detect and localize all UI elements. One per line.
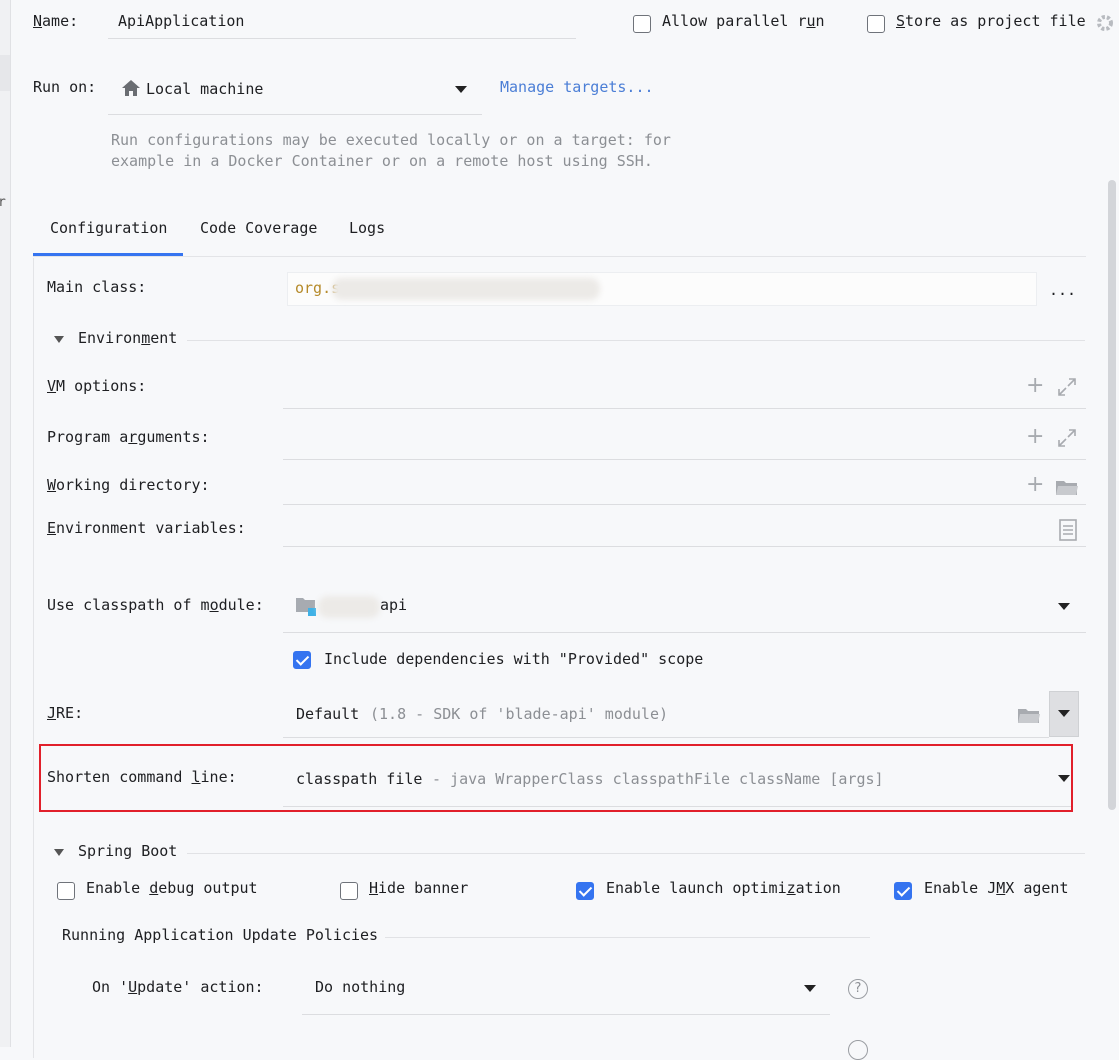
left-sidebar-strip: r [0,0,11,1047]
classpath-label: Use classpath of module: [47,596,264,614]
program-args-input[interactable] [283,459,1086,460]
on-update-label: On 'Update' action: [92,978,264,996]
vertical-scrollbar[interactable] [1108,180,1116,810]
include-provided-checkbox[interactable] [293,651,311,669]
working-dir-input[interactable] [283,504,1086,505]
home-icon [122,80,140,96]
on-update-dropdown-arrow[interactable] [804,985,816,992]
run-on-label: Run on: [33,78,97,96]
program-args-expand-icon[interactable] [1058,429,1076,447]
update-policies-divider [385,937,870,938]
store-project-checkbox[interactable] [867,15,885,33]
help-icon[interactable]: ? [848,979,868,999]
module-select-underline[interactable] [283,632,1086,633]
tab-logs[interactable]: Logs [349,219,385,237]
spring-boot-header[interactable]: Spring Boot [78,842,177,860]
jmx-agent-checkbox[interactable] [894,882,912,900]
jmx-agent-label[interactable]: Enable JMX agent [924,879,1069,897]
redacted-module-name [318,596,380,618]
environment-divider [187,340,1085,341]
on-update-select[interactable]: Do nothing [315,978,405,996]
environment-collapse-icon[interactable] [54,336,64,343]
allow-parallel-checkbox[interactable] [633,15,651,33]
help-icon-next-row[interactable] [848,1040,868,1060]
vm-options-label: VM options: [47,377,147,395]
gear-icon[interactable] [1094,12,1116,34]
debug-output-checkbox[interactable] [57,882,75,900]
left-strip-clipped-text: r [0,195,6,210]
main-class-browse-button[interactable]: ... [1049,281,1076,299]
run-on-hint-line2: example in a Docker Container or on a re… [111,152,653,170]
left-strip-selection [0,55,10,91]
vm-options-expand-icon[interactable] [1058,378,1076,396]
tab-configuration[interactable]: Configuration [50,219,167,237]
debug-output-label[interactable]: Enable debug output [86,879,258,897]
jre-underline [283,737,1049,738]
jre-dropdown-arrow[interactable] [1058,710,1070,717]
jre-folder-icon[interactable] [1017,705,1041,725]
spring-boot-divider [187,853,1085,854]
name-input[interactable]: ApiApplication [118,12,244,30]
allow-parallel-label[interactable]: Allow parallel run [662,12,825,30]
update-policies-header: Running Application Update Policies [62,926,379,944]
jre-detail: (1.8 - SDK of 'blade-api' module) [370,705,669,723]
hide-banner-checkbox[interactable] [340,882,358,900]
environment-header[interactable]: Environment [78,329,177,347]
manage-targets-link[interactable]: Manage targets... [500,78,654,96]
store-project-label[interactable]: Store as project file [896,12,1086,30]
folder-icon[interactable] [1055,477,1079,497]
env-vars-input[interactable] [283,546,1086,547]
vm-options-input[interactable] [283,408,1086,409]
working-dir-add-icon[interactable]: + [1026,474,1044,496]
redacted-main-class [332,278,600,300]
name-label: Name: [33,12,79,30]
hide-banner-label[interactable]: Hide banner [369,879,468,897]
launch-optimization-checkbox[interactable] [576,882,594,900]
module-folder-icon [296,598,316,616]
shorten-highlight-box [39,744,1073,812]
tab-bar-divider [33,256,1086,257]
launch-optimization-label[interactable]: Enable launch optimization [606,879,841,897]
env-vars-edit-icon[interactable] [1059,519,1077,541]
vm-options-add-icon[interactable]: + [1026,375,1044,397]
run-on-hint-line1: Run configurations may be executed local… [111,131,671,149]
module-name-suffix: api [380,596,408,614]
module-dropdown-arrow[interactable] [1058,603,1070,610]
name-input-underline [108,38,576,39]
include-provided-label[interactable]: Include dependencies with "Provided" sco… [324,650,703,668]
program-args-label: Program arguments: [47,428,210,446]
env-vars-label: Environment variables: [47,519,246,537]
working-dir-label: Working directory: [47,476,210,494]
main-class-label: Main class: [47,278,147,296]
jre-value[interactable]: Default [296,705,359,723]
on-update-underline [302,1014,830,1015]
run-on-dropdown-arrow[interactable] [455,86,467,93]
jre-label: JRE: [47,704,84,722]
tab-code-coverage[interactable]: Code Coverage [200,219,317,237]
spring-boot-collapse-icon[interactable] [54,849,64,856]
program-args-add-icon[interactable]: + [1026,426,1044,448]
run-on-underline [108,114,482,115]
run-on-select[interactable]: Local machine [146,80,263,98]
